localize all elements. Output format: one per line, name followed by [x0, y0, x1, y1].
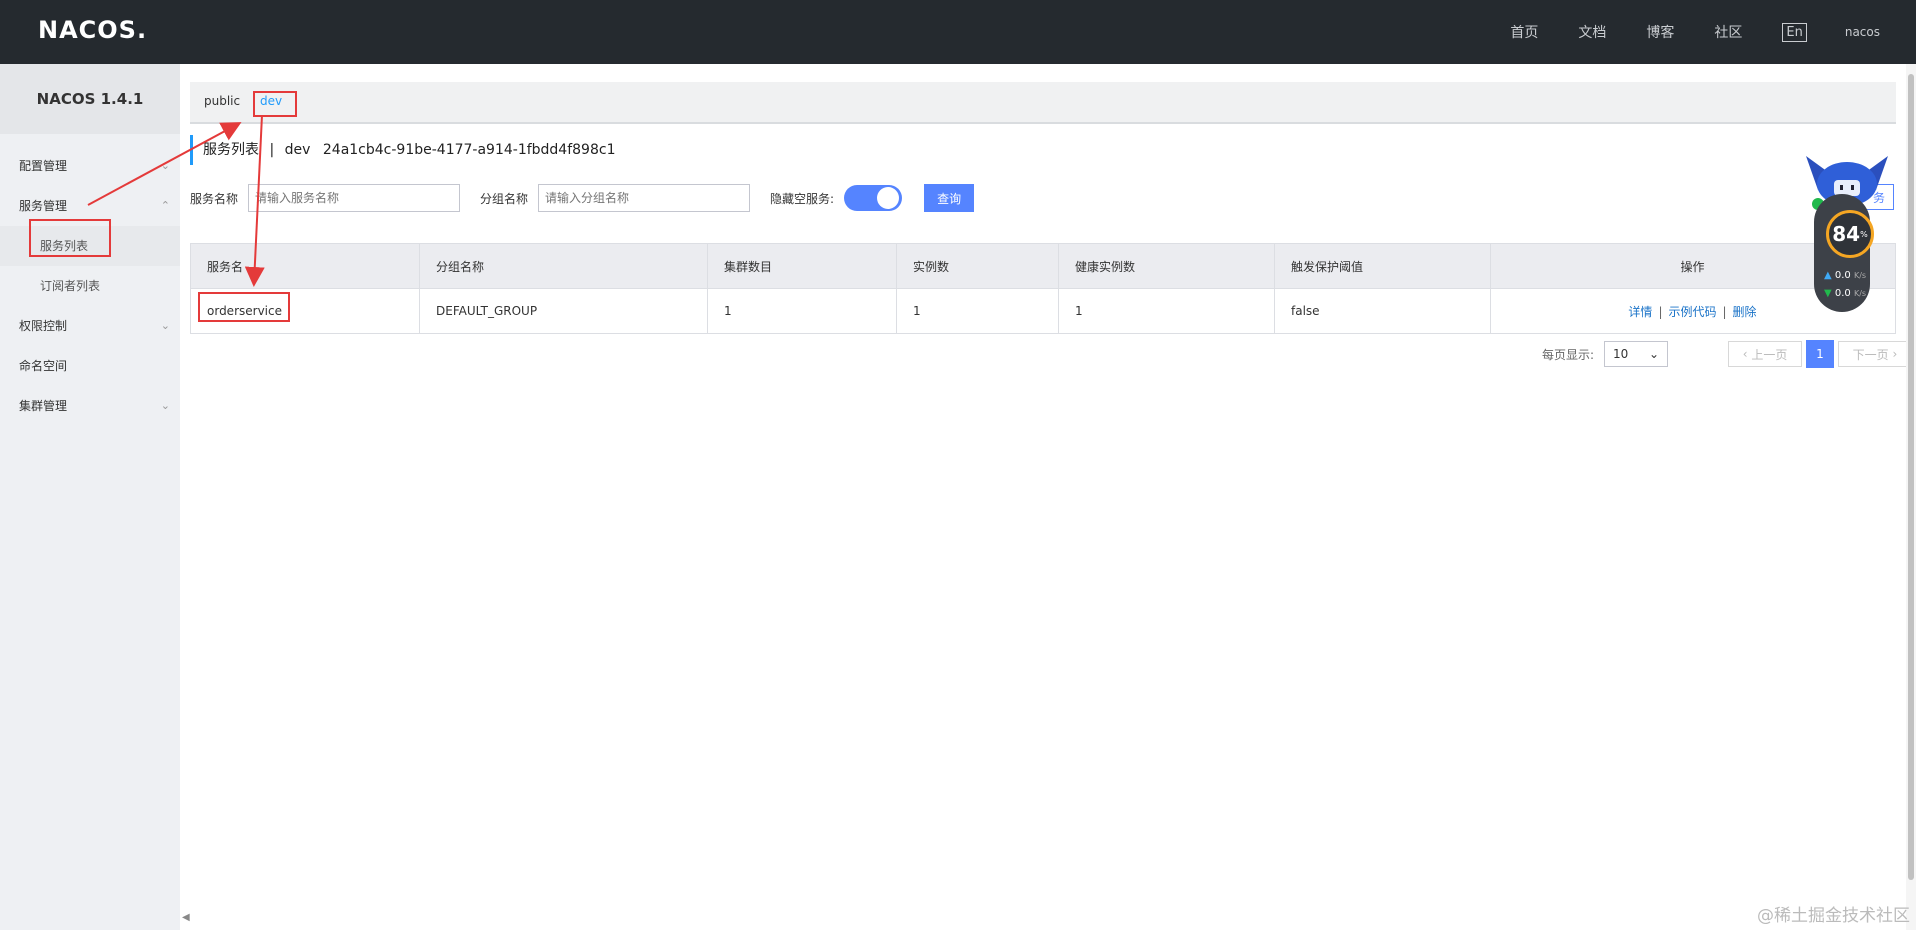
- nav-community[interactable]: 社区: [1714, 22, 1742, 42]
- annotation-box-dev: [253, 91, 297, 117]
- nav-home[interactable]: 首页: [1510, 22, 1538, 42]
- next-page-button[interactable]: 下一页 ›: [1838, 341, 1912, 367]
- upload-arrow-icon: ▲: [1824, 270, 1832, 281]
- user-menu[interactable]: nacos: [1845, 25, 1880, 39]
- vertical-scrollbar[interactable]: [1906, 64, 1916, 930]
- sidebar-title: NACOS 1.4.1: [0, 64, 180, 134]
- toggle-knob: [877, 187, 900, 209]
- next-page-label: 下一页: [1852, 347, 1889, 362]
- sidebar-item-label: 服务管理: [19, 199, 68, 213]
- per-page-label: 每页显示:: [1542, 347, 1595, 362]
- sidebar-item-label: 配置管理: [19, 159, 68, 173]
- title-separator: |: [269, 142, 275, 158]
- download-speed: ▼ 0.0 K/s: [1824, 288, 1866, 299]
- col-cluster-count: 集群数目: [707, 243, 897, 289]
- sidebar-item-label: 集群管理: [19, 399, 68, 413]
- table-row: orderservice DEFAULT_GROUP 1 1 1 false 详…: [190, 288, 1896, 334]
- chevron-down-icon: ⌄: [160, 399, 170, 412]
- chevron-down-icon: ⌄: [160, 159, 170, 172]
- service-name-label: 服务名称: [190, 191, 239, 206]
- cell-instance-count: 1: [896, 288, 1059, 334]
- annotation-box-orderservice: [198, 292, 290, 322]
- hide-empty-toggle[interactable]: [844, 185, 903, 211]
- sidebar: NACOS 1.4.1 配置管理 ⌄ 服务管理 ⌃ 服务列表 订阅者列表 权限控…: [0, 64, 180, 930]
- sidebar-item-cluster[interactable]: 集群管理 ⌄: [0, 386, 180, 426]
- widget-panel: 84% ▲ 0.0 K/s ▼ 0.0 K/s: [1814, 194, 1874, 312]
- service-table: 服务名 分组名称 集群数目 实例数 健康实例数 触发保护阈值 操作 orders…: [190, 243, 1896, 334]
- network-monitor-widget[interactable]: 84% ▲ 0.0 K/s ▼ 0.0 K/s: [1804, 150, 1890, 315]
- sidebar-item-namespace[interactable]: 命名空间: [0, 346, 180, 386]
- cpu-usage-value: 84: [1832, 222, 1861, 246]
- sidebar-item-label: 权限控制: [19, 319, 68, 333]
- sidebar-item-label: 命名空间: [19, 359, 68, 373]
- scrollbar-thumb[interactable]: [1908, 74, 1914, 880]
- chevron-right-icon: ›: [1888, 347, 1898, 361]
- nacos-logo[interactable]: NACOS.: [38, 16, 147, 44]
- cell-group-name: DEFAULT_GROUP: [419, 288, 708, 334]
- cell-healthy-count: 1: [1058, 288, 1275, 334]
- sidebar-item-subscribers[interactable]: 订阅者列表: [0, 266, 180, 306]
- speed-unit: K/s: [1853, 271, 1867, 280]
- language-toggle[interactable]: En: [1782, 22, 1807, 42]
- group-name-input[interactable]: [538, 184, 751, 212]
- annotation-box-service-list: [29, 219, 111, 257]
- per-page-value: 10: [1613, 347, 1629, 361]
- service-name-input[interactable]: [248, 184, 461, 212]
- top-navbar: NACOS. 首页 文档 博客 社区 En nacos: [0, 0, 1916, 64]
- col-healthy-count: 健康实例数: [1058, 243, 1275, 289]
- table-header-row: 服务名 分组名称 集群数目 实例数 健康实例数 触发保护阈值 操作: [190, 243, 1896, 289]
- detail-link[interactable]: 详情: [1628, 305, 1652, 319]
- percent-unit: %: [1860, 229, 1868, 239]
- col-protect-threshold: 触发保护阈值: [1274, 243, 1491, 289]
- chevron-up-icon: ⌃: [160, 199, 170, 212]
- namespace-name: dev: [284, 142, 311, 158]
- chevron-down-icon: ⌄: [1648, 347, 1660, 361]
- namespace-bar: public dev: [190, 82, 1896, 124]
- page-title-text: 服务列表: [203, 142, 259, 158]
- col-group-name: 分组名称: [419, 243, 708, 289]
- filter-bar: 服务名称 分组名称 隐藏空服务: 查询: [190, 183, 975, 213]
- cpu-usage-ring: 84%: [1826, 210, 1874, 258]
- scroll-left-icon[interactable]: ◀: [182, 912, 190, 923]
- op-separator: |: [1658, 304, 1663, 319]
- chevron-left-icon: ‹: [1742, 347, 1752, 361]
- group-name-label: 分组名称: [480, 191, 529, 206]
- per-page-select[interactable]: 10 ⌄: [1604, 341, 1669, 367]
- namespace-id: 24a1cb4c-91be-4177-a914-1fbdd4f898c1: [322, 142, 616, 158]
- sidebar-item-config[interactable]: 配置管理 ⌄: [0, 146, 180, 186]
- watermark: @稀土掘金技术社区: [1757, 906, 1910, 926]
- pagination: 每页显示: 10 ⌄ ‹ 上一页 1 下一页 ›: [1542, 340, 1916, 368]
- sample-code-link[interactable]: 示例代码: [1668, 305, 1716, 319]
- op-separator: |: [1722, 304, 1727, 319]
- top-nav: 首页 文档 博客 社区 En nacos: [1510, 0, 1916, 64]
- prev-page-label: 上一页: [1751, 347, 1788, 362]
- download-arrow-icon: ▼: [1824, 288, 1832, 299]
- download-speed-value: 0.0: [1834, 288, 1851, 299]
- cell-cluster-count: 1: [707, 288, 897, 334]
- delete-link[interactable]: 删除: [1733, 305, 1757, 319]
- namespace-public[interactable]: public: [204, 94, 240, 108]
- chevron-down-icon: ⌄: [160, 319, 170, 332]
- query-button[interactable]: 查询: [924, 184, 975, 212]
- speed-unit: K/s: [1853, 289, 1867, 298]
- col-service-name: 服务名: [190, 243, 420, 289]
- upload-speed: ▲ 0.0 K/s: [1824, 270, 1866, 281]
- col-instance-count: 实例数: [896, 243, 1059, 289]
- prev-page-button[interactable]: ‹ 上一页: [1728, 341, 1802, 367]
- upload-speed-value: 0.0: [1834, 270, 1851, 281]
- sidebar-item-auth[interactable]: 权限控制 ⌄: [0, 306, 180, 346]
- hide-empty-label: 隐藏空服务:: [770, 191, 835, 206]
- page-1-button[interactable]: 1: [1806, 340, 1834, 368]
- cell-protect-threshold: false: [1274, 288, 1491, 334]
- page-title: 服务列表 | dev 24a1cb4c-91be-4177-a914-1fbdd…: [190, 135, 615, 165]
- nav-docs[interactable]: 文档: [1578, 22, 1606, 42]
- nav-blog[interactable]: 博客: [1646, 22, 1674, 42]
